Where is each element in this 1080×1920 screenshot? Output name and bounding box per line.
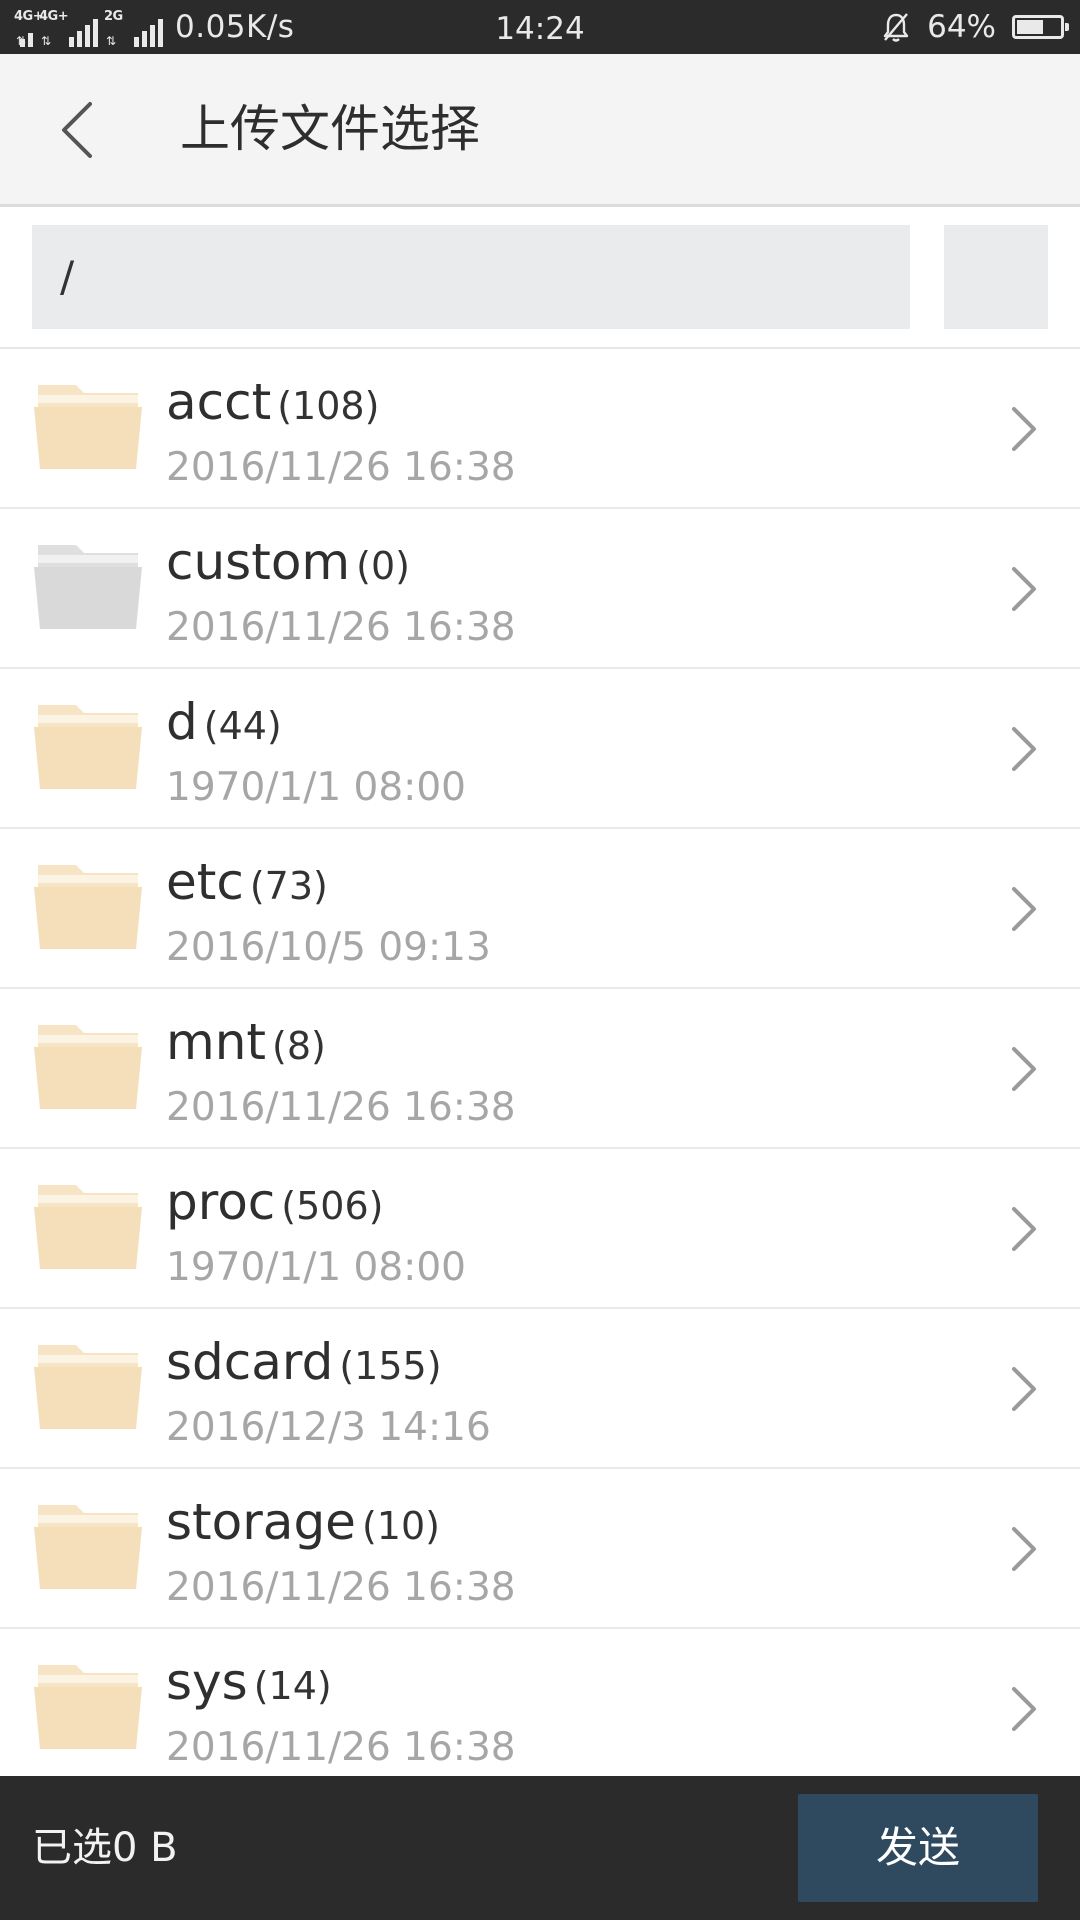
folder-modified-date: 2016/12/3 14:16 (166, 1405, 491, 1450)
battery-icon (1012, 15, 1069, 39)
battery-level-fill (1017, 20, 1043, 34)
folder-icon (34, 865, 142, 949)
folder-modified-date: 2016/11/26 16:38 (166, 605, 516, 650)
folder-name: etc (166, 853, 244, 911)
folder-name-line: sdcard (155) (166, 1333, 442, 1391)
folder-name-line: proc (506) (166, 1173, 383, 1231)
back-arrow-icon[interactable] (44, 92, 116, 168)
folder-name-line: sys (14) (166, 1653, 332, 1711)
folder-row-proc[interactable]: proc (506) 1970/1/1 08:00 (0, 1149, 1080, 1309)
folder-icon (34, 545, 142, 629)
chevron-right-icon (1012, 1687, 1036, 1731)
folder-item-count: (73) (249, 864, 328, 908)
folder-row-etc[interactable]: etc (73) 2016/10/5 09:13 (0, 829, 1080, 989)
chevron-right-icon (1012, 1367, 1036, 1411)
page-title: 上传文件选择 (180, 100, 480, 158)
folder-name: custom (166, 533, 351, 591)
folder-name: d (166, 693, 198, 751)
folder-name-line: storage (10) (166, 1493, 440, 1551)
folder-name: sdcard (166, 1333, 334, 1391)
chevron-right-icon (1012, 1047, 1036, 1091)
folder-row-sdcard[interactable]: sdcard (155) 2016/12/3 14:16 (0, 1309, 1080, 1469)
folder-icon (34, 1665, 142, 1749)
file-list[interactable]: acct (108) 2016/11/26 16:38 custom (0) 201… (0, 349, 1080, 1776)
selected-size-label: 已选0 B (32, 1825, 178, 1871)
current-path-field[interactable]: / (32, 225, 910, 329)
status-right: 64% (879, 0, 1069, 54)
title-bar: 上传文件选择 (0, 54, 1080, 207)
folder-name-line: mnt (8) (166, 1013, 326, 1071)
folder-name: acct (166, 373, 272, 431)
folder-item-count: (155) (339, 1344, 442, 1388)
folder-item-count: (0) (356, 544, 410, 588)
bell-muted-icon (883, 13, 909, 42)
folder-modified-date: 2016/11/26 16:38 (166, 1085, 516, 1130)
folder-row-d[interactable]: d (44) 1970/1/1 08:00 (0, 669, 1080, 829)
chevron-right-icon (1012, 567, 1036, 611)
send-button[interactable]: 发送 (798, 1794, 1038, 1902)
folder-name: proc (166, 1173, 276, 1231)
folder-name-line: d (44) (166, 693, 282, 751)
folder-row-storage[interactable]: storage (10) 2016/11/26 16:38 (0, 1469, 1080, 1629)
folder-modified-date: 2016/11/26 16:38 (166, 445, 516, 490)
path-row: / (0, 207, 1080, 349)
folder-icon (34, 1505, 142, 1589)
folder-modified-date: 1970/1/1 08:00 (166, 765, 466, 810)
chevron-right-icon (1012, 1207, 1036, 1251)
folder-row-acct[interactable]: acct (108) 2016/11/26 16:38 (0, 349, 1080, 509)
folder-item-count: (8) (272, 1024, 326, 1068)
folder-name: storage (166, 1493, 356, 1551)
folder-icon (34, 1345, 142, 1429)
folder-name: mnt (166, 1013, 266, 1071)
folder-row-sys[interactable]: sys (14) 2016/11/26 16:38 (0, 1629, 1080, 1776)
chevron-right-icon (1012, 407, 1036, 451)
folder-item-count: (44) (203, 704, 282, 748)
folder-icon (34, 1025, 142, 1109)
battery-percentage: 64% (927, 9, 996, 45)
folder-item-count: (108) (277, 384, 380, 428)
path-action-button[interactable] (944, 225, 1048, 329)
folder-modified-date: 2016/11/26 16:38 (166, 1565, 516, 1610)
folder-modified-date: 2016/10/5 09:13 (166, 925, 491, 970)
folder-icon (34, 385, 142, 469)
chevron-right-icon (1012, 887, 1036, 931)
chevron-right-icon (1012, 1527, 1036, 1571)
chevron-right-icon (1012, 727, 1036, 771)
folder-modified-date: 2016/11/26 16:38 (166, 1725, 516, 1770)
folder-modified-date: 1970/1/1 08:00 (166, 1245, 466, 1290)
folder-name: sys (166, 1653, 248, 1711)
folder-name-line: acct (108) (166, 373, 379, 431)
folder-item-count: (10) (361, 1504, 440, 1548)
folder-row-mnt[interactable]: mnt (8) 2016/11/26 16:38 (0, 989, 1080, 1149)
folder-row-custom[interactable]: custom (0) 2016/11/26 16:38 (0, 509, 1080, 669)
folder-item-count: (14) (253, 1664, 332, 1708)
bottom-bar: 已选0 B 发送 (0, 1776, 1080, 1920)
folder-icon (34, 705, 142, 789)
status-bar: 4G+ ⇅ 4G+ ⇅ 2G ⇅ 0.05K/s 14:24 64% (0, 0, 1080, 54)
folder-name-line: custom (0) (166, 533, 410, 591)
folder-icon (34, 1185, 142, 1269)
folder-name-line: etc (73) (166, 853, 328, 911)
folder-item-count: (506) (281, 1184, 384, 1228)
